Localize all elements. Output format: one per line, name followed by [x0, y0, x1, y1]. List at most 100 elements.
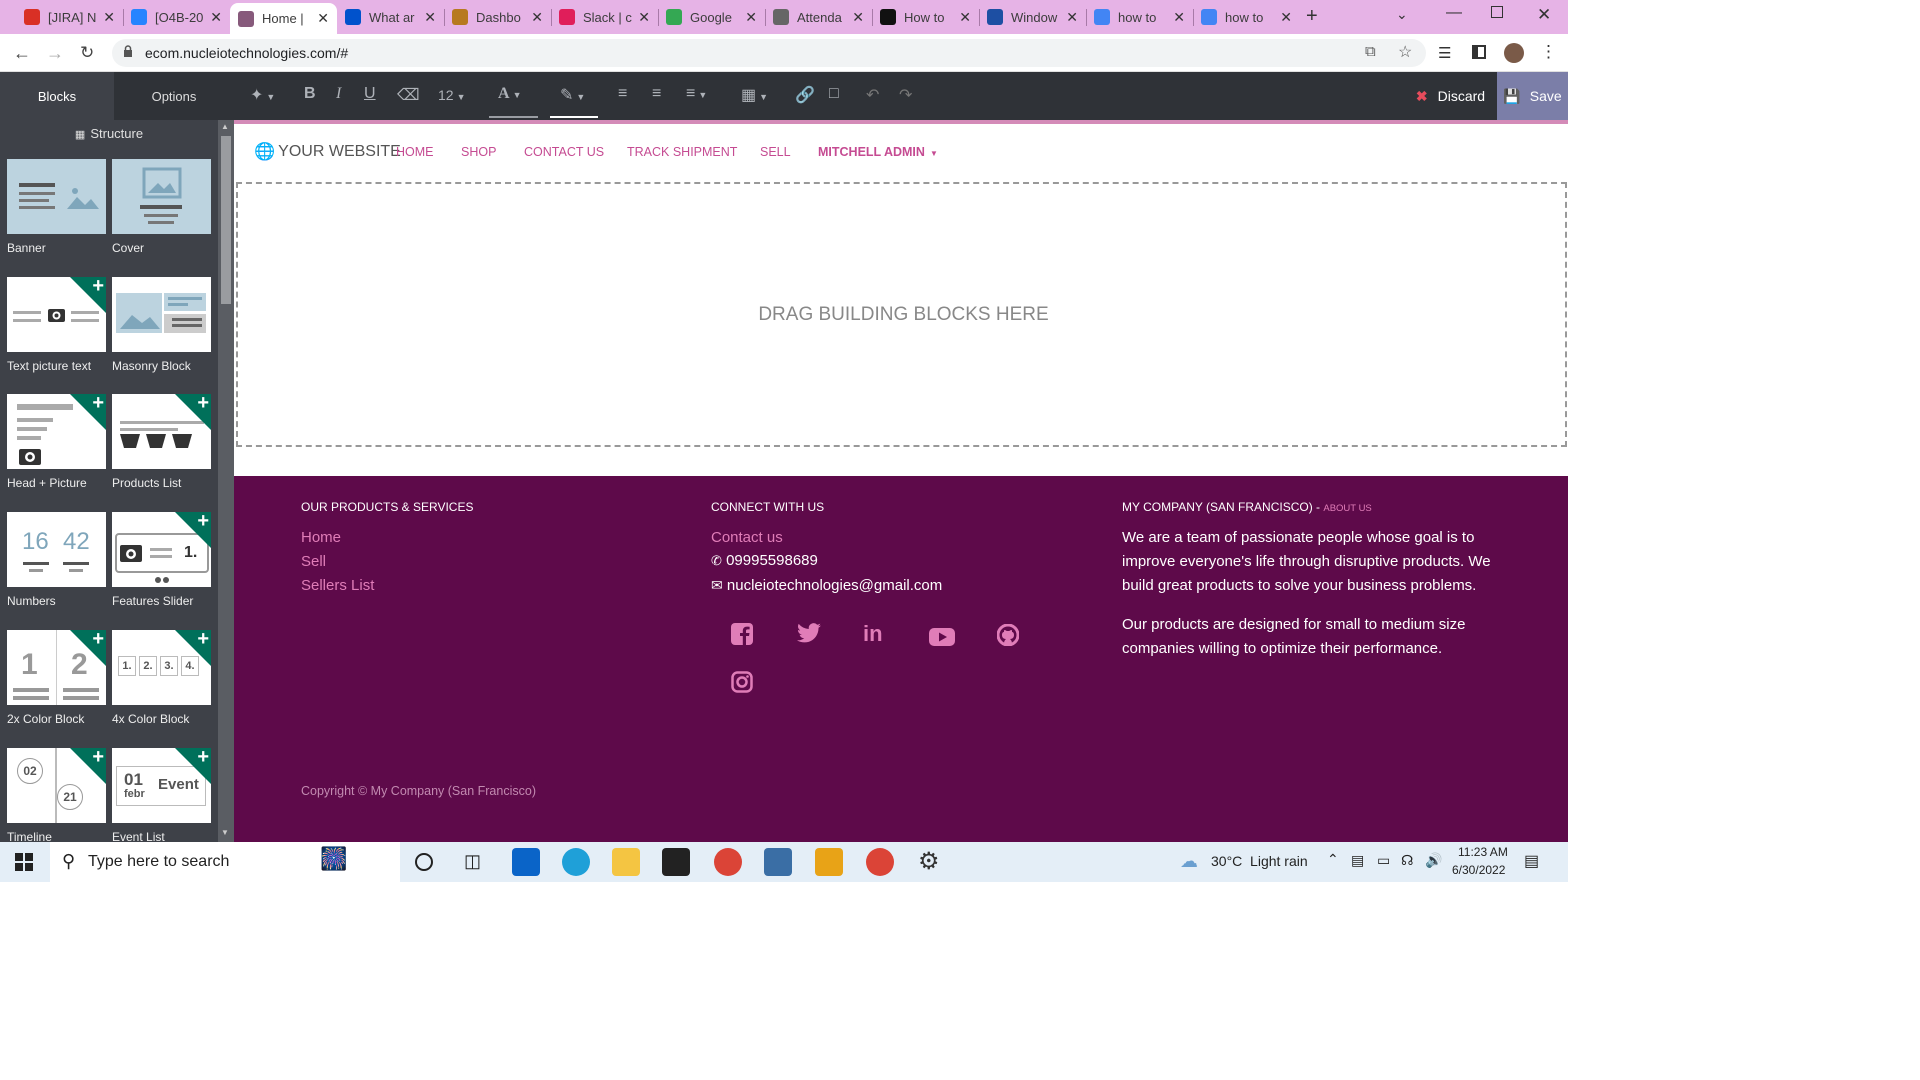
browser-tab[interactable]: how to ✕ — [1193, 2, 1300, 32]
magic-wand-icon[interactable]: ✦ ▼ — [250, 85, 275, 105]
browser-tab[interactable]: Google ✕ — [658, 2, 765, 32]
youtube-icon[interactable] — [929, 626, 955, 652]
windows-start-icon[interactable] — [15, 853, 33, 876]
cortana-icon[interactable] — [415, 853, 433, 871]
snippet-text-picture-text[interactable]: + Text picture text — [7, 277, 106, 373]
close-tab-icon[interactable]: ✕ — [1173, 9, 1185, 26]
close-tab-icon[interactable]: ✕ — [317, 10, 329, 27]
snippet-2x-color-block[interactable]: 1 2 + 2x Color Block — [7, 630, 106, 726]
close-tab-icon[interactable]: ✕ — [852, 9, 864, 26]
taskbar-search-box[interactable]: ⚲ Type here to search 🎆 — [50, 842, 400, 882]
side-panel-icon[interactable] — [1472, 45, 1486, 59]
tray-chevron-icon[interactable]: ⌃ — [1327, 851, 1339, 868]
new-tab-button[interactable]: + — [1306, 5, 1318, 28]
snippet-banner[interactable]: Banner — [7, 159, 106, 255]
file-explorer-icon[interactable] — [612, 848, 640, 876]
nav-user-menu[interactable]: MITCHELL ADMIN ▼ — [818, 145, 938, 159]
forward-button[interactable]: → — [46, 43, 64, 64]
weather-text[interactable]: 30°C Light rain — [1211, 853, 1308, 869]
edge-app-icon[interactable] — [562, 848, 590, 876]
eraser-icon[interactable]: ⌫ — [397, 85, 420, 105]
close-tab-icon[interactable]: ✕ — [531, 9, 543, 26]
numbered-list-icon[interactable]: ≡ — [652, 85, 661, 103]
snippet-numbers[interactable]: 16 42 Numbers — [7, 512, 106, 608]
github-icon[interactable] — [996, 623, 1020, 652]
browser-tab[interactable]: [O4B-20 ✕ — [123, 2, 230, 32]
nav-shop[interactable]: SHOP — [461, 145, 496, 159]
nav-contact-us[interactable]: CONTACT US — [524, 145, 604, 159]
browser-tab[interactable]: [JIRA] N ✕ — [16, 2, 123, 32]
table-icon[interactable]: ▦ ▼ — [741, 85, 768, 105]
browser-tab[interactable]: How to ✕ — [872, 2, 979, 32]
undo-icon[interactable]: ↶ — [866, 85, 879, 105]
browser-tab[interactable]: Window ✕ — [979, 2, 1086, 32]
clock-date[interactable]: 6/30/2022 — [1452, 863, 1505, 877]
close-tab-icon[interactable]: ✕ — [1066, 9, 1078, 26]
snippet-products-list[interactable]: + Products List — [112, 394, 211, 490]
browser-tab[interactable]: Attenda ✕ — [765, 2, 872, 32]
bullet-list-icon[interactable]: ≡ — [618, 85, 627, 103]
bookmark-star-icon[interactable]: ☆ — [1398, 42, 1412, 62]
terminal-app-icon[interactable] — [662, 848, 690, 876]
maximize-button[interactable] — [1491, 6, 1503, 18]
chrome-menu-icon[interactable]: ⋮ — [1540, 42, 1557, 62]
browser-tab[interactable]: Slack | c ✕ — [551, 2, 658, 32]
discard-button[interactable]: ✖ Discard — [1404, 72, 1497, 120]
notifications-icon[interactable]: ▤ — [1524, 851, 1539, 871]
twitter-icon[interactable] — [797, 623, 821, 649]
close-tab-icon[interactable]: ✕ — [1280, 9, 1292, 26]
profile-avatar[interactable] — [1504, 43, 1524, 63]
snippet-masonry-block[interactable]: Masonry Block — [112, 277, 211, 373]
minimize-button[interactable]: — — [1446, 4, 1462, 22]
url-field[interactable]: ecom.nucleiotechnologies.com/# ⧉ ☆ — [112, 39, 1426, 67]
browser-tab[interactable]: Home | ✕ — [230, 3, 337, 34]
snippet-features-slider[interactable]: 1. + Features Slider — [112, 512, 211, 608]
tray-network-icon[interactable]: ▤ — [1351, 852, 1364, 869]
scrollbar-thumb[interactable] — [221, 136, 231, 304]
close-tab-icon[interactable]: ✕ — [959, 9, 971, 26]
task-view-icon[interactable]: ◫ — [464, 851, 481, 872]
save-button[interactable]: 💾 Save — [1497, 72, 1568, 120]
font-size-select[interactable]: 12 ▼ — [438, 87, 466, 103]
chrome-app-icon[interactable] — [714, 848, 742, 876]
footer-link-sellers-list[interactable]: Sellers List — [301, 577, 374, 594]
align-icon[interactable]: ≡ ▼ — [686, 85, 707, 103]
close-tab-icon[interactable]: ✕ — [103, 9, 115, 26]
reload-button[interactable]: ↻ — [80, 43, 94, 63]
sidebar-scrollbar[interactable]: ▲ ▼ — [218, 120, 234, 842]
link-icon[interactable]: 🔗 — [795, 85, 815, 105]
facebook-icon[interactable] — [731, 623, 753, 651]
weather-cloud-icon[interactable]: ☁ — [1180, 851, 1198, 872]
snippet-head-picture[interactable]: + Head + Picture — [7, 394, 106, 490]
settings-gear-icon[interactable]: ⚙ — [918, 847, 940, 876]
image-icon[interactable]: □ — [829, 85, 839, 103]
browser-tab[interactable]: Dashbo ✕ — [444, 2, 551, 32]
instagram-icon[interactable] — [731, 671, 753, 699]
browser-tab[interactable]: What ar ✕ — [337, 2, 444, 32]
tray-wifi-icon[interactable]: ☊ — [1401, 852, 1413, 869]
share-icon[interactable]: ⧉ — [1365, 43, 1376, 60]
nav-home[interactable]: HOME — [396, 145, 434, 159]
footer-link-contact-us[interactable]: Contact us — [711, 529, 783, 546]
media-controls-icon[interactable]: ☰ — [1438, 44, 1451, 62]
italic-button[interactable]: I — [336, 85, 341, 103]
footer-link-home[interactable]: Home — [301, 529, 341, 546]
chrome-profile-app-icon[interactable] — [866, 848, 894, 876]
tray-volume-icon[interactable]: 🔊 — [1425, 852, 1442, 869]
virtualbox-app-icon[interactable] — [764, 848, 792, 876]
site-logo[interactable]: 🌐 YOUR WEBSITE — [254, 142, 401, 162]
highlight-brush-icon[interactable]: ✎ ▼ — [560, 85, 585, 105]
about-us-link[interactable]: ABOUT US — [1323, 503, 1371, 514]
font-color-button[interactable]: A ▼ — [498, 85, 521, 103]
close-tab-icon[interactable]: ✕ — [745, 9, 757, 26]
close-tab-icon[interactable]: ✕ — [424, 9, 436, 26]
clock-time[interactable]: 11:23 AM — [1458, 845, 1508, 859]
tray-battery-icon[interactable]: ▭ — [1377, 852, 1390, 869]
footer-link-sell[interactable]: Sell — [301, 553, 326, 570]
tab-options[interactable]: Options — [114, 72, 234, 120]
underline-button[interactable]: U — [364, 85, 376, 103]
sticky-app-icon[interactable] — [815, 848, 843, 876]
drop-zone[interactable]: DRAG BUILDING BLOCKS HERE — [236, 182, 1567, 447]
snippet-timeline[interactable]: 02 21 + Timeline — [7, 748, 106, 842]
nav-sell[interactable]: SELL — [760, 145, 791, 159]
